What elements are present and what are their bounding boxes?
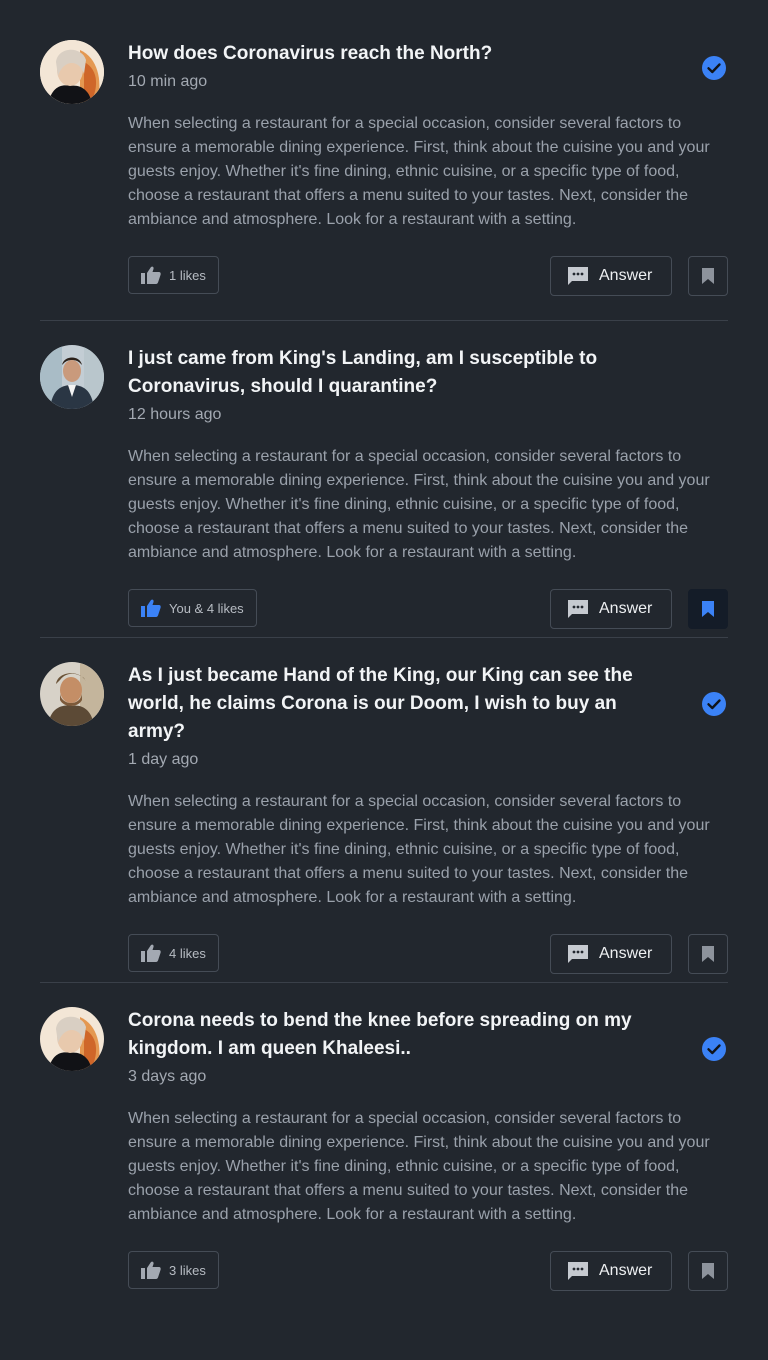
question-timestamp: 12 hours ago <box>128 406 222 423</box>
comment-icon <box>567 1261 589 1281</box>
question-card: Corona needs to bend the knee before spr… <box>40 983 728 1299</box>
question-title[interactable]: As I just became Hand of the King, our K… <box>128 662 668 746</box>
bookmark-button[interactable] <box>688 934 728 974</box>
like-count: You & 4 likes <box>169 600 244 616</box>
answer-label: Answer <box>599 600 653 617</box>
question-actions: 3 likes Answer <box>128 1251 728 1291</box>
verified-check-icon <box>702 1037 726 1061</box>
question-title[interactable]: Corona needs to bend the knee before spr… <box>128 1007 668 1063</box>
answer-label: Answer <box>599 1262 653 1279</box>
question-title[interactable]: How does Coronavirus reach the North? <box>128 40 668 68</box>
answer-label: Answer <box>599 267 653 284</box>
avatar[interactable] <box>40 1007 104 1071</box>
verified-check-icon <box>702 692 726 716</box>
question-actions: You & 4 likes Answer <box>128 589 728 629</box>
bookmark-icon <box>702 1263 714 1279</box>
bookmark-button[interactable] <box>688 589 728 629</box>
verified-check-icon <box>702 56 726 80</box>
answer-button[interactable]: Answer <box>550 589 672 629</box>
bookmark-button[interactable] <box>688 1251 728 1291</box>
bookmark-icon <box>702 946 714 962</box>
question-timestamp: 3 days ago <box>128 1068 207 1085</box>
avatar[interactable] <box>40 345 104 409</box>
question-timestamp: 10 min ago <box>128 73 208 90</box>
comment-icon <box>567 266 589 286</box>
question-feed: How does Coronavirus reach the North? 10… <box>0 0 768 1299</box>
question-body: When selecting a restaurant for a specia… <box>128 448 710 561</box>
bookmark-button[interactable] <box>688 256 728 296</box>
question-body: When selecting a restaurant for a specia… <box>128 793 710 906</box>
question-body: When selecting a restaurant for a specia… <box>128 1110 710 1223</box>
question-card: As I just became Hand of the King, our K… <box>40 638 728 983</box>
answer-button[interactable]: Answer <box>550 1251 672 1291</box>
like-button[interactable]: 1 likes <box>128 256 219 294</box>
like-count: 4 likes <box>169 945 206 961</box>
question-actions: 4 likes Answer <box>128 934 728 974</box>
like-button[interactable]: You & 4 likes <box>128 589 257 627</box>
thumbs-up-icon <box>141 266 161 284</box>
thumbs-up-icon <box>141 1261 161 1279</box>
comment-icon <box>567 599 589 619</box>
thumbs-up-icon <box>141 599 161 617</box>
bookmark-icon <box>702 601 714 617</box>
comment-icon <box>567 944 589 964</box>
question-body: When selecting a restaurant for a specia… <box>128 115 710 228</box>
thumbs-up-icon <box>141 944 161 962</box>
question-actions: 1 likes Answer <box>128 256 728 296</box>
answer-button[interactable]: Answer <box>550 934 672 974</box>
question-title[interactable]: I just came from King's Landing, am I su… <box>128 345 668 401</box>
question-timestamp: 1 day ago <box>128 751 199 768</box>
like-count: 1 likes <box>169 267 206 283</box>
avatar[interactable] <box>40 662 104 726</box>
like-count: 3 likes <box>169 1262 206 1278</box>
avatar[interactable] <box>40 40 104 104</box>
question-card: How does Coronavirus reach the North? 10… <box>40 0 728 321</box>
like-button[interactable]: 3 likes <box>128 1251 219 1289</box>
answer-label: Answer <box>599 945 653 962</box>
question-card: I just came from King's Landing, am I su… <box>40 321 728 638</box>
answer-button[interactable]: Answer <box>550 256 672 296</box>
like-button[interactable]: 4 likes <box>128 934 219 972</box>
bookmark-icon <box>702 268 714 284</box>
